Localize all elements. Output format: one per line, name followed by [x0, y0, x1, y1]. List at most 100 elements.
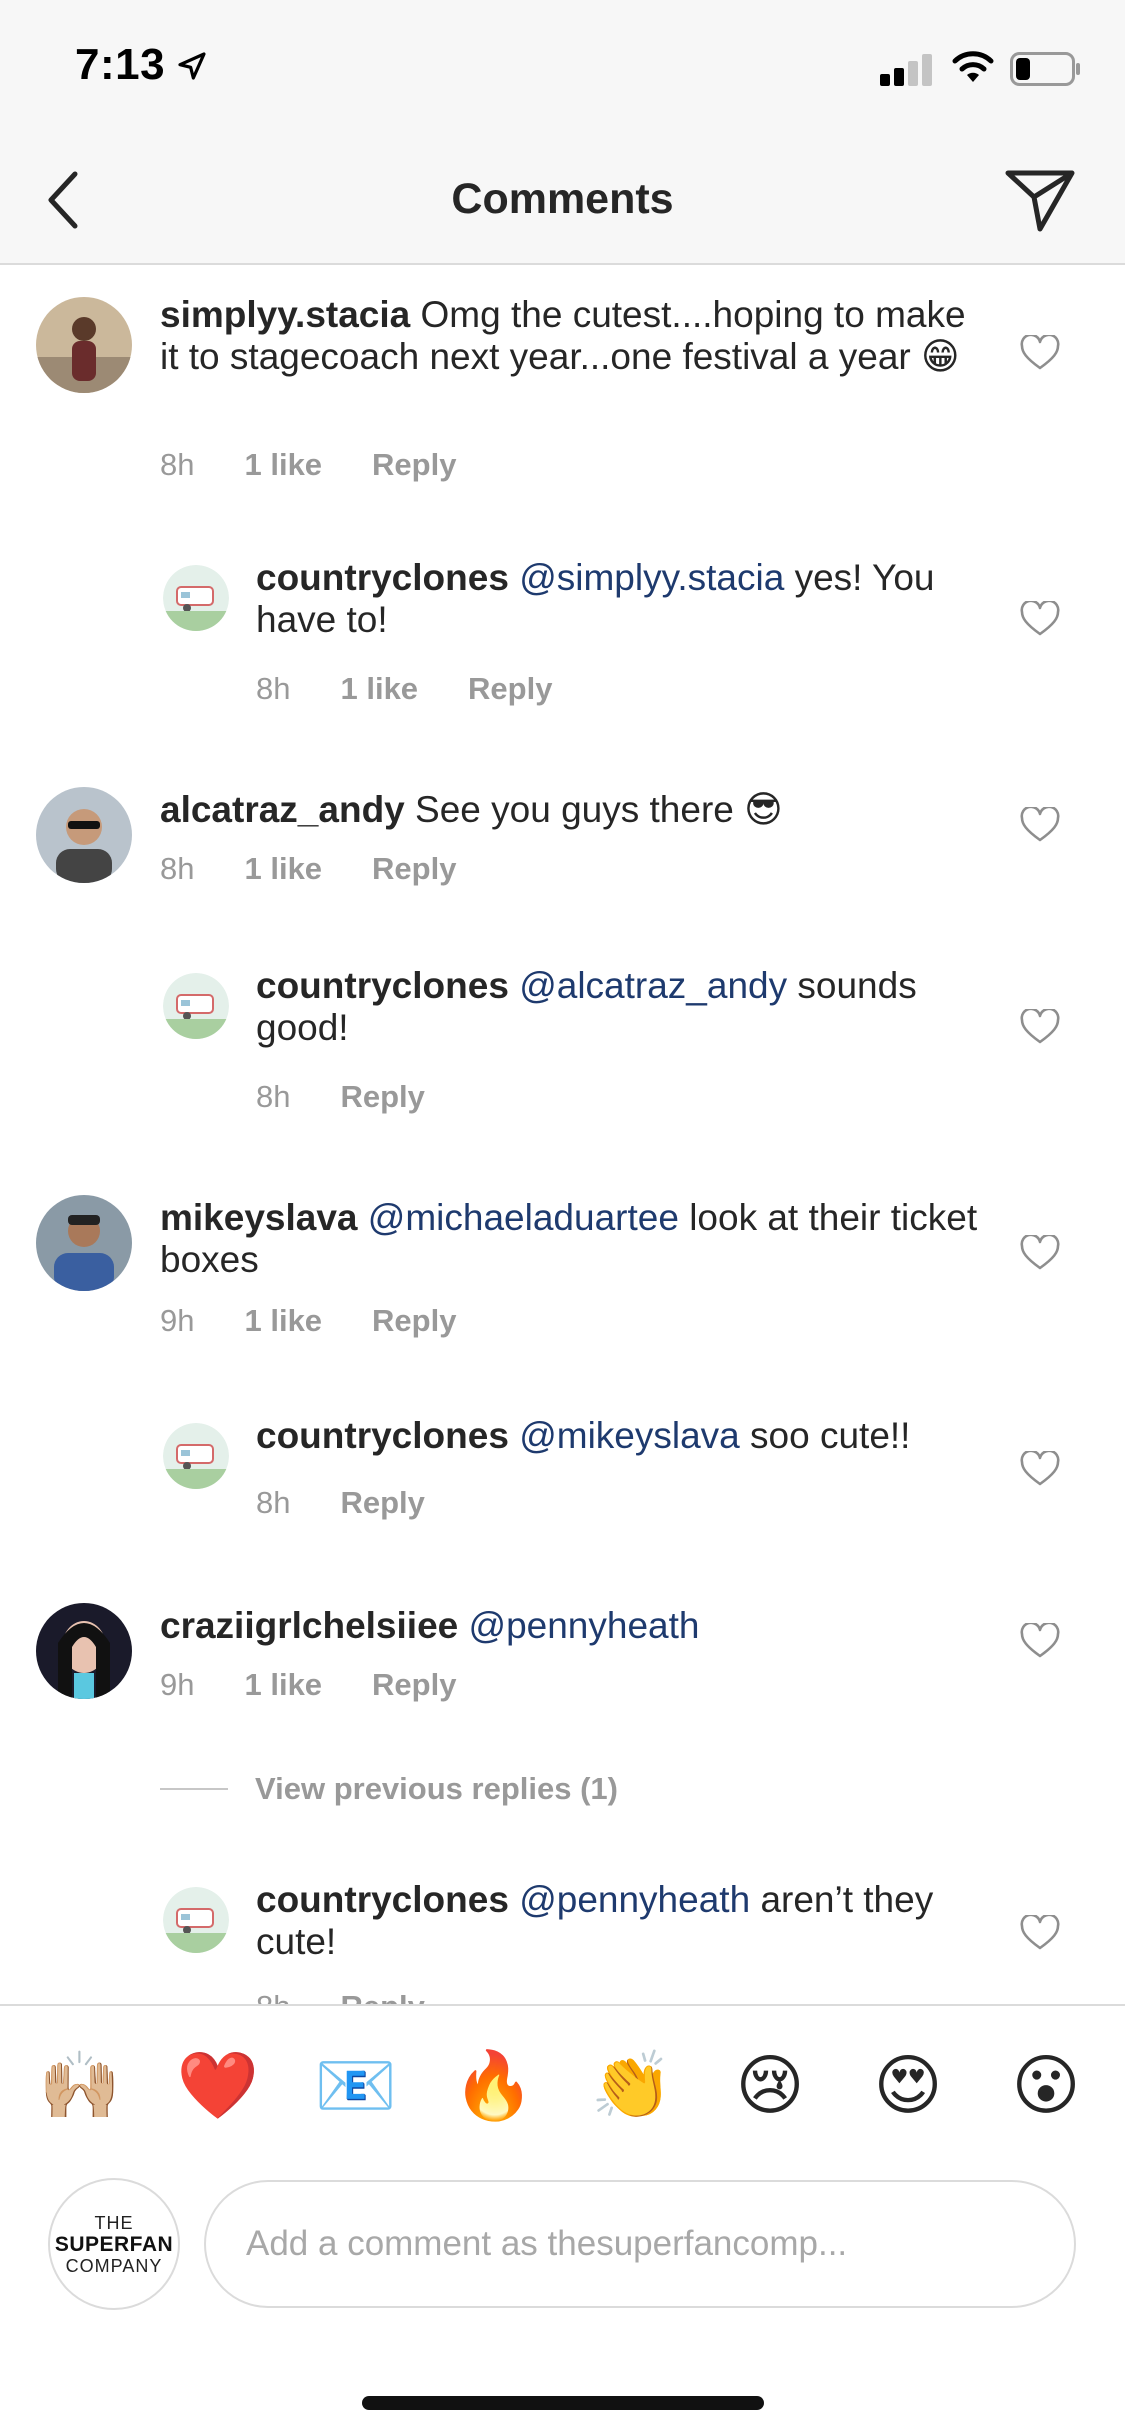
- reply-button[interactable]: Reply: [372, 447, 456, 483]
- emoji-envelope[interactable]: 📧: [314, 2044, 398, 2128]
- comment-meta: 9h 1 like Reply: [160, 1667, 456, 1703]
- comment-composer: THE SUPERFAN COMPANY: [0, 2164, 1125, 2344]
- user-photo-icon: [36, 1603, 132, 1699]
- comment-time: 8h: [160, 447, 195, 482]
- current-user-avatar: THE SUPERFAN COMPANY: [48, 2178, 180, 2310]
- like-heart-icon[interactable]: [1020, 601, 1060, 637]
- comment-meta: 9h 1 like Reply: [160, 1303, 456, 1339]
- comment-username[interactable]: countryclones: [256, 965, 509, 1006]
- comment-body: soo cute!!: [750, 1415, 911, 1456]
- reply-item: countryclones @alcatraz_andy sounds good…: [0, 965, 1125, 1115]
- camper-logo-icon: [163, 1887, 229, 1953]
- direct-share-button[interactable]: [1000, 160, 1080, 240]
- comment-input[interactable]: [204, 2180, 1076, 2308]
- comment-likes[interactable]: 1 like: [244, 1667, 322, 1703]
- user-photo-icon: [36, 787, 132, 883]
- paper-plane-icon: [1005, 170, 1075, 232]
- mention-link[interactable]: @pennyheath: [469, 1605, 700, 1646]
- reply-item: countryclones @mikeyslava soo cute!! 8h …: [0, 1415, 1125, 1535]
- comment-meta: 8h Reply: [256, 1485, 425, 1521]
- comment-username[interactable]: countryclones: [256, 1415, 509, 1456]
- comment-item: craziigrlchelsiiee @pennyheath 9h 1 like…: [0, 1603, 1125, 1733]
- comment-username[interactable]: countryclones: [256, 1879, 509, 1920]
- comment-meta: 8h Reply: [256, 1989, 425, 2004]
- emoji-raised-hands[interactable]: 🙌🏼: [38, 2044, 122, 2128]
- mention-link[interactable]: @alcatraz_andy: [519, 965, 787, 1006]
- reply-button[interactable]: Reply: [340, 1485, 424, 1521]
- like-heart-icon[interactable]: [1020, 807, 1060, 843]
- avatar[interactable]: [36, 1603, 132, 1699]
- comment-time: 9h: [160, 1667, 195, 1702]
- avatar[interactable]: [163, 973, 229, 1039]
- battery-icon: [1010, 52, 1080, 86]
- reply-button[interactable]: Reply: [372, 851, 456, 887]
- avatar[interactable]: [163, 1887, 229, 1953]
- avatar[interactable]: [36, 1195, 132, 1291]
- user-photo-icon: [36, 297, 132, 393]
- comment-time: 8h: [256, 1485, 291, 1520]
- comment-username[interactable]: countryclones: [256, 557, 509, 598]
- avatar[interactable]: [163, 298, 229, 364]
- avatar[interactable]: [36, 787, 132, 883]
- avatar-logo-line: COMPANY: [65, 2255, 163, 2276]
- divider: [160, 1788, 228, 1790]
- camper-logo-icon: [163, 565, 229, 631]
- emoji-heart-eyes[interactable]: 😍: [866, 2044, 950, 2128]
- like-heart-icon[interactable]: [1020, 1451, 1060, 1487]
- comment-meta: 8h 1 like Reply: [256, 671, 552, 707]
- reply-button[interactable]: Reply: [468, 671, 552, 707]
- comment-time: 8h: [256, 1079, 291, 1114]
- comment-body: See you guys there 😎: [415, 789, 783, 830]
- comment-time: 8h: [256, 1989, 290, 2004]
- avatar[interactable]: [36, 297, 132, 393]
- home-indicator[interactable]: [362, 2396, 764, 2410]
- emoji-quick-bar: 🙌🏼 ❤️ 📧 🔥 👏 😢 😍 😮: [0, 2004, 1125, 2164]
- navigation-bar: Comments: [0, 135, 1125, 265]
- cellular-signal-icon: [880, 52, 936, 86]
- comment-meta: 8h 1 like Reply: [160, 447, 456, 483]
- emoji-surprised-face[interactable]: 😮: [1004, 2044, 1088, 2128]
- avatar-logo-line: SUPERFAN: [54, 2232, 174, 2256]
- like-heart-icon[interactable]: [1020, 1915, 1060, 1951]
- mention-link[interactable]: @pennyheath: [519, 1879, 750, 1920]
- mention-link[interactable]: @mikeyslava: [519, 1415, 740, 1456]
- like-heart-icon[interactable]: [1020, 1235, 1060, 1271]
- comment-likes[interactable]: 1 like: [244, 447, 322, 483]
- avatar-logo-line: THE: [94, 2212, 134, 2233]
- like-heart-icon[interactable]: [1020, 335, 1060, 371]
- reply-item: countryclones @simplyy.stacia yes! You h…: [0, 557, 1125, 707]
- emoji-clapping-hands[interactable]: 👏: [590, 2044, 674, 2128]
- comment-username[interactable]: mikeyslava: [160, 1197, 358, 1238]
- comment-time: 8h: [256, 671, 291, 706]
- like-heart-icon[interactable]: [1020, 1623, 1060, 1659]
- comment-username[interactable]: craziigrlchelsiiee: [160, 1605, 458, 1646]
- comment-likes[interactable]: 1 like: [244, 851, 322, 887]
- like-heart-icon[interactable]: [1020, 1009, 1060, 1045]
- avatar[interactable]: [163, 1423, 229, 1489]
- emoji-heart[interactable]: ❤️: [176, 2044, 260, 2128]
- comment-username[interactable]: alcatraz_andy: [160, 789, 405, 830]
- avatar[interactable]: [163, 565, 229, 631]
- comment-likes[interactable]: 1 like: [244, 1303, 322, 1339]
- reply-button[interactable]: Reply: [372, 1303, 456, 1339]
- user-photo-icon: [36, 1195, 132, 1291]
- emoji-fire[interactable]: 🔥: [452, 2044, 536, 2128]
- reply-item: countryclones @pennyheath aren’t they cu…: [0, 1879, 1125, 2004]
- comment-likes[interactable]: 1 like: [340, 671, 418, 707]
- reply-button[interactable]: Reply: [340, 1989, 424, 2004]
- mention-link[interactable]: @simplyy.stacia: [519, 557, 784, 598]
- comment-item: alcatraz_andy See you guys there 😎 8h 1 …: [0, 787, 1125, 917]
- camper-logo-icon: [163, 1423, 229, 1489]
- page-title: Comments: [451, 175, 674, 223]
- comment-item: mikeyslava @michaeladuartee look at thei…: [0, 1195, 1125, 1365]
- view-previous-replies-button[interactable]: View previous replies (1): [160, 1771, 618, 1807]
- reply-button[interactable]: Reply: [340, 1079, 424, 1115]
- comment-meta: 8h 1 like Reply: [160, 851, 456, 887]
- mention-link[interactable]: @michaeladuartee: [368, 1197, 679, 1238]
- reply-button[interactable]: Reply: [372, 1667, 456, 1703]
- camper-logo-icon: [163, 973, 229, 1039]
- comments-list[interactable]: simplyy.stacia Omg the cutest....hoping …: [0, 267, 1125, 2004]
- emoji-crying-face[interactable]: 😢: [728, 2044, 812, 2128]
- comment-time: 8h: [160, 851, 195, 886]
- status-time: 7:13: [75, 40, 166, 89]
